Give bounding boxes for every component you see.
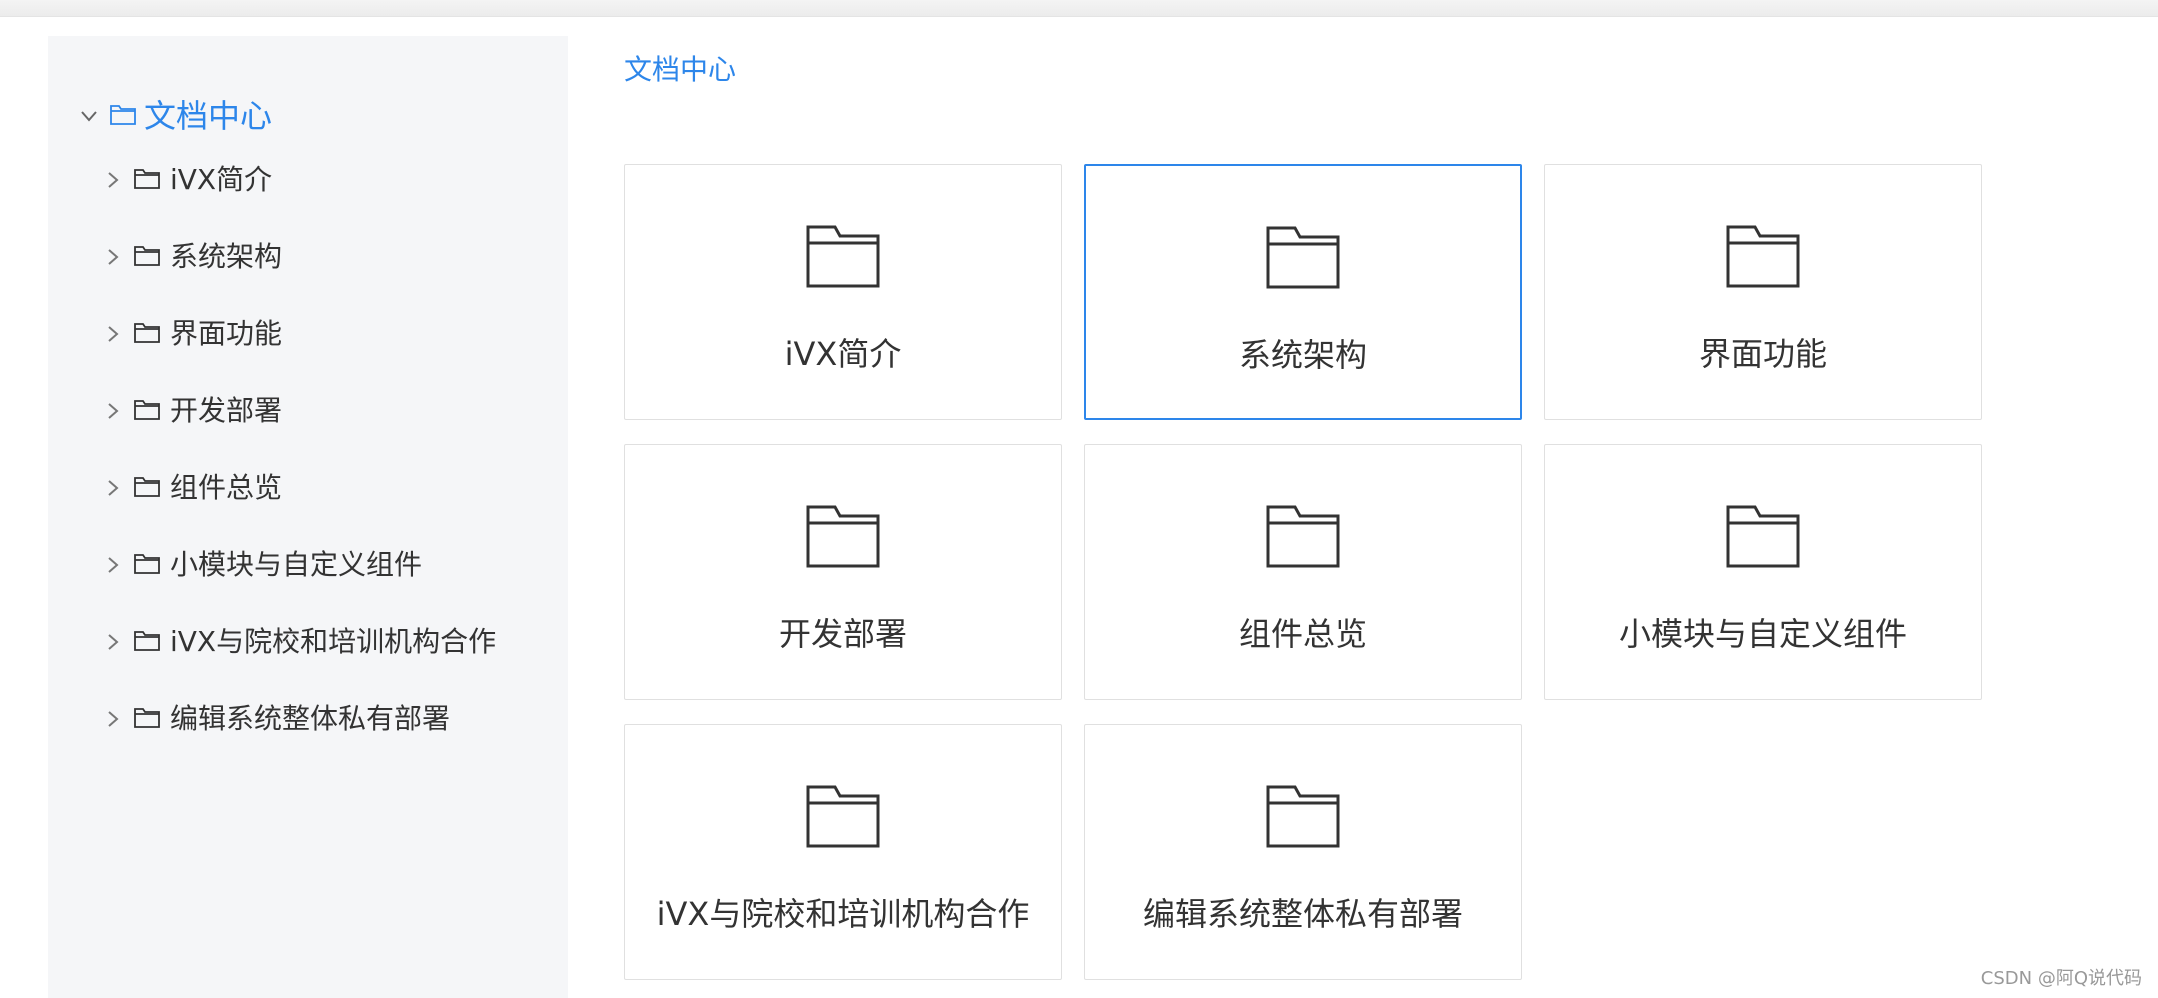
tree-item-ivx-intro[interactable]: iVX简介 <box>98 158 272 202</box>
card-custom-components[interactable]: 小模块与自定义组件 <box>1544 444 1982 700</box>
chevron-right-icon[interactable] <box>98 704 128 734</box>
folder-icon <box>134 167 160 193</box>
tree-item-label: 界面功能 <box>170 317 283 350</box>
card-title: 组件总览 <box>1238 615 1367 653</box>
chevron-right-icon[interactable] <box>98 242 128 272</box>
card-ivx-intro[interactable]: iVX简介 <box>624 164 1062 420</box>
card-ui-features[interactable]: 界面功能 <box>1544 164 1982 420</box>
tree-item-custom-components[interactable]: 小模块与自定义组件 <box>98 543 422 587</box>
tree-item-partnership[interactable]: iVX与院校和培训机构合作 <box>98 620 496 664</box>
watermark: CSDN @阿Q说代码 <box>1980 968 2142 989</box>
tree-item-architecture[interactable]: 系统架构 <box>98 235 282 279</box>
chevron-right-icon[interactable] <box>98 550 128 580</box>
folder-icon <box>134 629 160 655</box>
folder-icon <box>134 321 160 347</box>
folder-icon <box>134 706 160 732</box>
card-title: 系统架构 <box>1238 336 1367 374</box>
folder-icon <box>1266 505 1340 568</box>
tree-item-label: 开发部署 <box>170 394 283 427</box>
card-title: 界面功能 <box>1698 335 1827 373</box>
folder-icon <box>110 103 136 129</box>
chevron-right-icon[interactable] <box>98 396 128 426</box>
tree-item-label: 小模块与自定义组件 <box>170 548 423 581</box>
card-components[interactable]: 组件总览 <box>1084 444 1522 700</box>
tree-item-label: 组件总览 <box>170 471 283 504</box>
tree-item-components[interactable]: 组件总览 <box>98 466 282 510</box>
tree-item-label: iVX与院校和培训机构合作 <box>170 625 497 658</box>
folder-icon <box>1726 225 1800 288</box>
chevron-right-icon[interactable] <box>98 319 128 349</box>
card-private-deploy[interactable]: 编辑系统整体私有部署 <box>1084 724 1522 980</box>
card-architecture[interactable]: 系统架构 <box>1084 164 1522 420</box>
card-title: iVX简介 <box>784 335 902 373</box>
folder-icon <box>1726 505 1800 568</box>
folder-icon <box>1266 226 1340 289</box>
folder-icon <box>1266 785 1340 848</box>
card-title: 小模块与自定义组件 <box>1618 615 1907 653</box>
tree-item-ui-features[interactable]: 界面功能 <box>98 312 282 356</box>
folder-icon <box>134 475 160 501</box>
tree-root-label: 文档中心 <box>144 97 273 135</box>
folder-icon <box>134 398 160 424</box>
card-title: 开发部署 <box>778 615 907 653</box>
tree-item-label: 编辑系统整体私有部署 <box>170 702 451 735</box>
chevron-down-icon[interactable] <box>74 101 104 131</box>
folder-icon <box>806 225 880 288</box>
tree-root-doc-center[interactable]: 文档中心 <box>74 94 272 138</box>
card-title: 编辑系统整体私有部署 <box>1142 895 1463 933</box>
chevron-right-icon[interactable] <box>98 627 128 657</box>
tree-item-private-deploy[interactable]: 编辑系统整体私有部署 <box>98 697 450 741</box>
folder-icon <box>806 505 880 568</box>
card-dev-deploy[interactable]: 开发部署 <box>624 444 1062 700</box>
folder-icon <box>134 244 160 270</box>
tree-item-label: 系统架构 <box>170 240 283 273</box>
card-title: iVX与院校和培训机构合作 <box>656 895 1030 933</box>
folder-icon <box>134 552 160 578</box>
breadcrumb-doc-center[interactable]: 文档中心 <box>624 48 736 88</box>
sidebar-tree: 文档中心 iVX简介 系统架构 界面功能 开发部署 组件总览 小模块与自定义组件… <box>48 36 568 998</box>
chevron-right-icon[interactable] <box>98 473 128 503</box>
chevron-right-icon[interactable] <box>98 165 128 195</box>
tree-item-dev-deploy[interactable]: 开发部署 <box>98 389 282 433</box>
top-bar <box>0 0 2158 17</box>
tree-item-label: iVX简介 <box>170 163 273 196</box>
card-partnership[interactable]: iVX与院校和培训机构合作 <box>624 724 1062 980</box>
folder-icon <box>806 785 880 848</box>
